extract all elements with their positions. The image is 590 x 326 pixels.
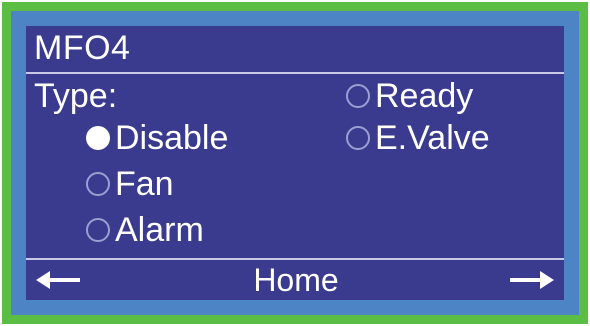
option-disable[interactable]: Disable [86,118,228,158]
home-button[interactable]: Home [236,262,356,298]
arrow-left-icon [36,271,80,289]
type-label: Type: [34,77,118,115]
lcd-screen: MFO4 Type: Disable Fan Alarm Ready E.Val… [26,26,564,300]
option-evalve[interactable]: E.Valve [346,118,490,158]
device-frame: MFO4 Type: Disable Fan Alarm Ready E.Val… [2,2,588,324]
option-alarm[interactable]: Alarm [86,210,204,250]
page-title: MFO4 [34,29,131,67]
option-fan[interactable]: Fan [86,164,174,204]
radio-unselected-icon [86,172,110,196]
footer-divider [26,258,564,260]
option-fan-label: Fan [115,164,174,203]
radio-unselected-icon [346,84,370,108]
title-divider [26,72,564,74]
back-button[interactable] [36,262,82,298]
option-alarm-label: Alarm [115,210,204,249]
option-disable-label: Disable [115,118,229,157]
arrow-right-icon [510,271,554,289]
radio-unselected-icon [86,218,110,242]
option-evalve-label: E.Valve [375,118,490,157]
radio-selected-icon [86,126,110,150]
option-ready-label: Ready [375,76,474,115]
radio-unselected-icon [346,126,370,150]
forward-button[interactable] [508,262,554,298]
option-ready[interactable]: Ready [346,76,473,116]
screen-bezel: MFO4 Type: Disable Fan Alarm Ready E.Val… [11,11,579,315]
